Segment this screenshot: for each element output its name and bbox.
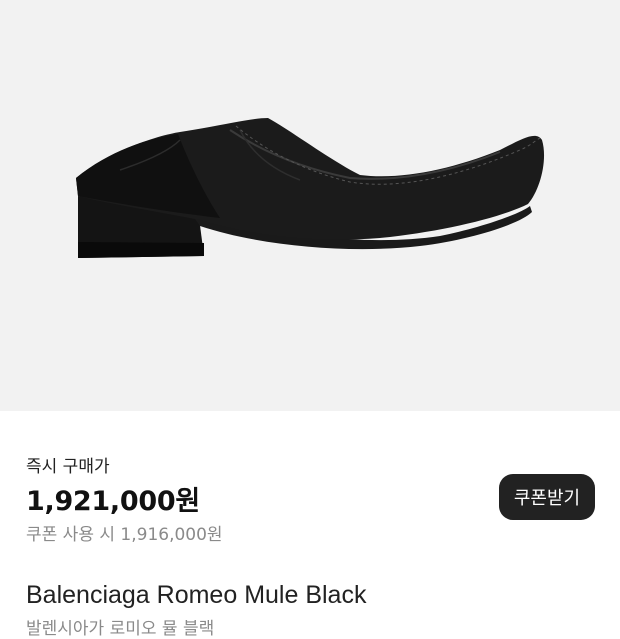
price: 1,921,000원 xyxy=(26,486,200,517)
shoe-image xyxy=(76,118,545,258)
product-info-section: 즉시 구매가 1,921,000원 쿠폰 사용 시 1,916,000원 쿠폰받… xyxy=(0,411,620,639)
coupon-price-text: 쿠폰 사용 시 1,916,000원 xyxy=(26,525,223,545)
product-name: Balenciaga Romeo Mule Black xyxy=(26,581,367,609)
get-coupon-button[interactable]: 쿠폰받기 xyxy=(499,474,595,520)
product-subtitle: 발렌시아가 로미오 뮬 블랙 xyxy=(26,619,215,639)
instant-buy-label: 즉시 구매가 xyxy=(26,457,110,477)
product-image-area[interactable] xyxy=(0,0,620,411)
